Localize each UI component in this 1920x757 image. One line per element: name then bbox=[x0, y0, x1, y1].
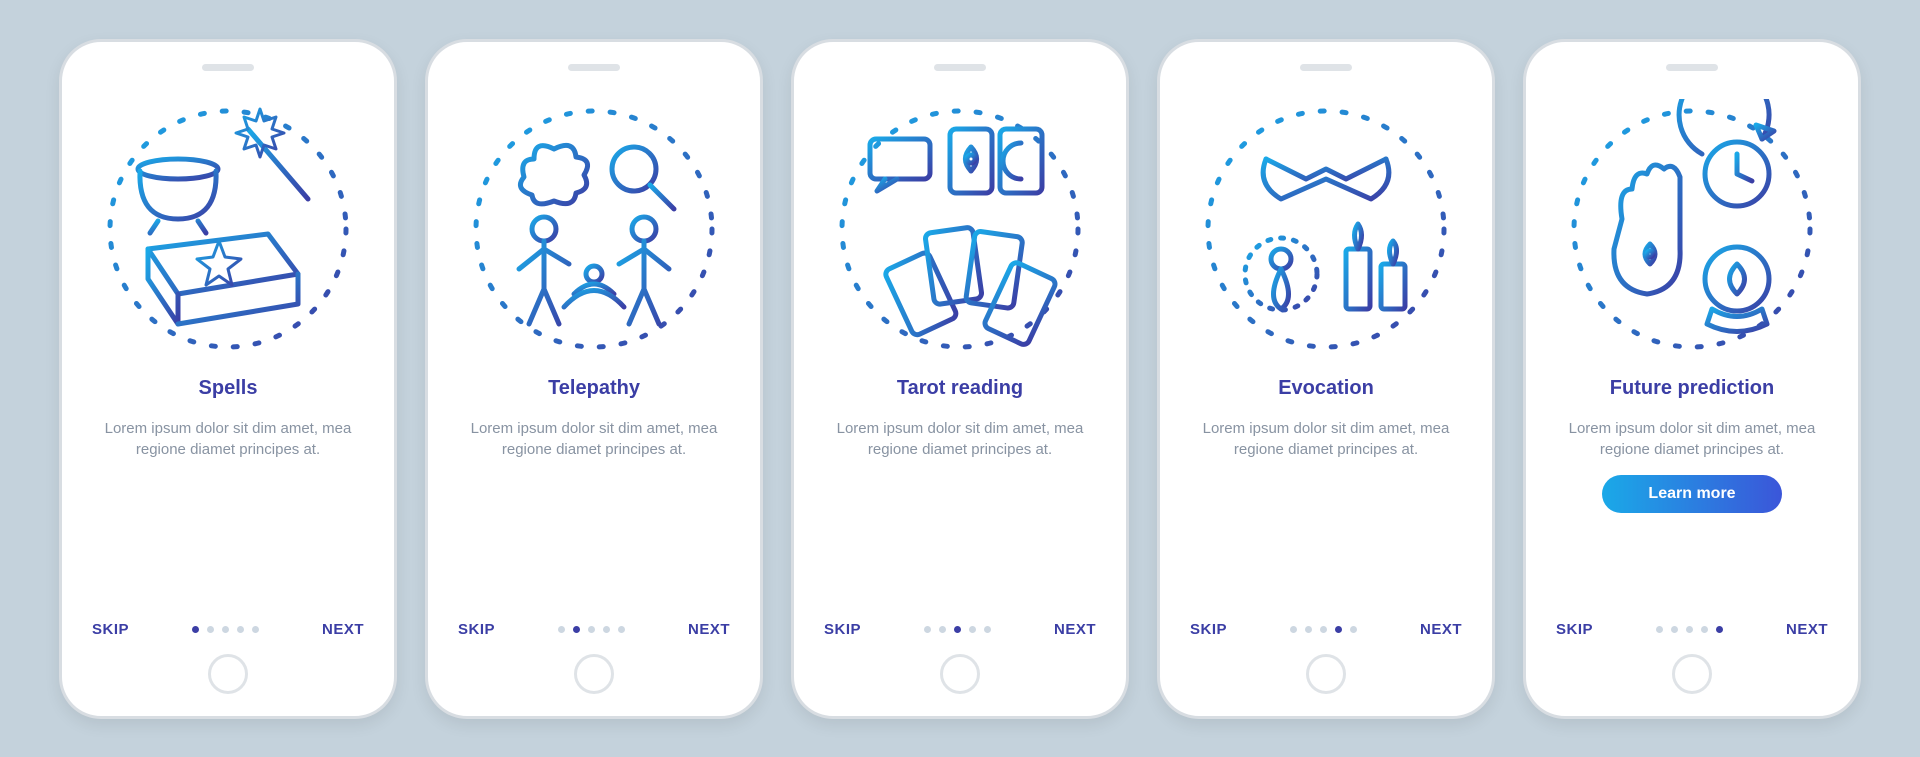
page-dots bbox=[1656, 626, 1723, 633]
screen-description: Lorem ipsum dolor sit dim amet, mea regi… bbox=[1550, 418, 1834, 462]
page-dots bbox=[924, 626, 991, 633]
onboarding-screen-tarot: Tarot reading Lorem ipsum dolor sit dim … bbox=[791, 39, 1129, 719]
phone-speaker bbox=[202, 64, 254, 71]
dot bbox=[222, 626, 229, 633]
phone-speaker bbox=[568, 64, 620, 71]
home-button[interactable] bbox=[1672, 654, 1712, 694]
dot bbox=[237, 626, 244, 633]
dot bbox=[603, 626, 610, 633]
dot bbox=[954, 626, 961, 633]
dot bbox=[1716, 626, 1723, 633]
screen-description: Lorem ipsum dolor sit dim amet, mea regi… bbox=[86, 418, 370, 462]
screen-title: Tarot reading bbox=[818, 377, 1102, 400]
screen-description: Lorem ipsum dolor sit dim amet, mea regi… bbox=[818, 418, 1102, 462]
next-button[interactable]: NEXT bbox=[688, 621, 730, 638]
screen-title: Future prediction bbox=[1550, 377, 1834, 400]
home-button[interactable] bbox=[1306, 654, 1346, 694]
onboarding-nav: SKIP NEXT bbox=[86, 621, 370, 638]
dot bbox=[192, 626, 199, 633]
skip-button[interactable]: SKIP bbox=[92, 621, 129, 638]
learn-more-button[interactable]: Learn more bbox=[1602, 475, 1782, 513]
dot bbox=[1701, 626, 1708, 633]
dot bbox=[588, 626, 595, 633]
dot bbox=[1335, 626, 1342, 633]
dot bbox=[618, 626, 625, 633]
future-icon bbox=[1562, 99, 1822, 359]
skip-button[interactable]: SKIP bbox=[1556, 621, 1593, 638]
phone-speaker bbox=[1666, 64, 1718, 71]
page-dots bbox=[558, 626, 625, 633]
dot bbox=[984, 626, 991, 633]
skip-button[interactable]: SKIP bbox=[458, 621, 495, 638]
dot bbox=[207, 626, 214, 633]
dot bbox=[1350, 626, 1357, 633]
next-button[interactable]: NEXT bbox=[1420, 621, 1462, 638]
dot bbox=[1305, 626, 1312, 633]
onboarding-nav: SKIP NEXT bbox=[452, 621, 736, 638]
dot bbox=[969, 626, 976, 633]
onboarding-nav: SKIP NEXT bbox=[818, 621, 1102, 638]
home-button[interactable] bbox=[574, 654, 614, 694]
skip-button[interactable]: SKIP bbox=[824, 621, 861, 638]
next-button[interactable]: NEXT bbox=[1054, 621, 1096, 638]
screen-description: Lorem ipsum dolor sit dim amet, mea regi… bbox=[452, 418, 736, 462]
phone-speaker bbox=[1300, 64, 1352, 71]
tarot-icon bbox=[830, 99, 1090, 359]
dot bbox=[252, 626, 259, 633]
dot bbox=[1656, 626, 1663, 633]
onboarding-screen-spells: Spells Lorem ipsum dolor sit dim amet, m… bbox=[59, 39, 397, 719]
dot bbox=[558, 626, 565, 633]
home-button[interactable] bbox=[208, 654, 248, 694]
page-dots bbox=[192, 626, 259, 633]
spells-icon bbox=[98, 99, 358, 359]
next-button[interactable]: NEXT bbox=[322, 621, 364, 638]
page-dots bbox=[1290, 626, 1357, 633]
next-button[interactable]: NEXT bbox=[1786, 621, 1828, 638]
screen-title: Spells bbox=[86, 377, 370, 400]
dot bbox=[1290, 626, 1297, 633]
screen-title: Telepathy bbox=[452, 377, 736, 400]
home-button[interactable] bbox=[940, 654, 980, 694]
skip-button[interactable]: SKIP bbox=[1190, 621, 1227, 638]
screen-title: Evocation bbox=[1184, 377, 1468, 400]
onboarding-nav: SKIP NEXT bbox=[1184, 621, 1468, 638]
evocation-icon bbox=[1196, 99, 1456, 359]
onboarding-nav: SKIP NEXT bbox=[1550, 621, 1834, 638]
dot bbox=[1320, 626, 1327, 633]
screen-description: Lorem ipsum dolor sit dim amet, mea regi… bbox=[1184, 418, 1468, 462]
onboarding-screen-telepathy: Telepathy Lorem ipsum dolor sit dim amet… bbox=[425, 39, 763, 719]
onboarding-screen-future: Future prediction Lorem ipsum dolor sit … bbox=[1523, 39, 1861, 719]
dot bbox=[1671, 626, 1678, 633]
phone-speaker bbox=[934, 64, 986, 71]
dot bbox=[924, 626, 931, 633]
onboarding-screen-evocation: Evocation Lorem ipsum dolor sit dim amet… bbox=[1157, 39, 1495, 719]
dot bbox=[939, 626, 946, 633]
telepathy-icon bbox=[464, 99, 724, 359]
dot bbox=[573, 626, 580, 633]
dot bbox=[1686, 626, 1693, 633]
